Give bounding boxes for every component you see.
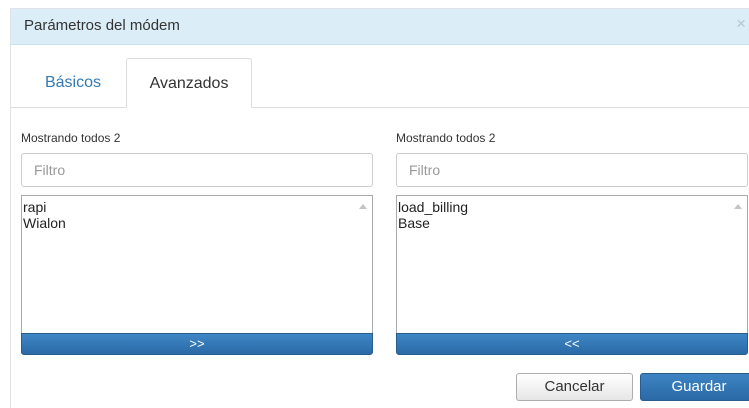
cancel-button[interactable]: Cancelar: [516, 373, 633, 401]
selected-options: load_billing Base: [397, 199, 730, 231]
available-scrollbar[interactable]: [355, 196, 372, 350]
modem-settings-dialog: Parámetros del módem × Básicos Avanzados…: [10, 8, 749, 408]
selected-scrollbar[interactable]: [730, 196, 747, 350]
list-item[interactable]: Base: [397, 215, 730, 231]
tab-bar: Básicos Avanzados: [11, 58, 749, 108]
tab-basicos[interactable]: Básicos: [20, 58, 126, 107]
available-options: rapi Wialon: [22, 199, 355, 231]
scroll-up-icon[interactable]: [359, 204, 367, 209]
available-listbox[interactable]: rapi Wialon: [21, 195, 373, 351]
list-item[interactable]: rapi: [22, 199, 355, 215]
dialog-titlebar: Parámetros del módem ×: [11, 9, 749, 45]
selected-listbox[interactable]: load_billing Base: [396, 195, 748, 351]
move-left-button[interactable]: <<: [396, 333, 748, 355]
selected-count-label: Mostrando todos 2: [396, 131, 496, 145]
available-count-label: Mostrando todos 2: [21, 131, 121, 145]
close-icon[interactable]: ×: [736, 15, 746, 32]
list-item[interactable]: load_billing: [397, 199, 730, 215]
save-button[interactable]: Guardar: [640, 373, 749, 401]
tab-avanzados[interactable]: Avanzados: [126, 58, 252, 108]
list-item[interactable]: Wialon: [22, 215, 355, 231]
available-filter-input[interactable]: [21, 153, 373, 187]
selected-list-panel: Mostrando todos 2 load_billing Base <<: [396, 131, 748, 355]
selected-filter-input[interactable]: [396, 153, 748, 187]
available-list-panel: Mostrando todos 2 rapi Wialon >>: [21, 131, 373, 355]
dialog-title: Parámetros del módem: [24, 17, 180, 34]
scroll-up-icon[interactable]: [734, 204, 742, 209]
move-right-button[interactable]: >>: [21, 333, 373, 355]
